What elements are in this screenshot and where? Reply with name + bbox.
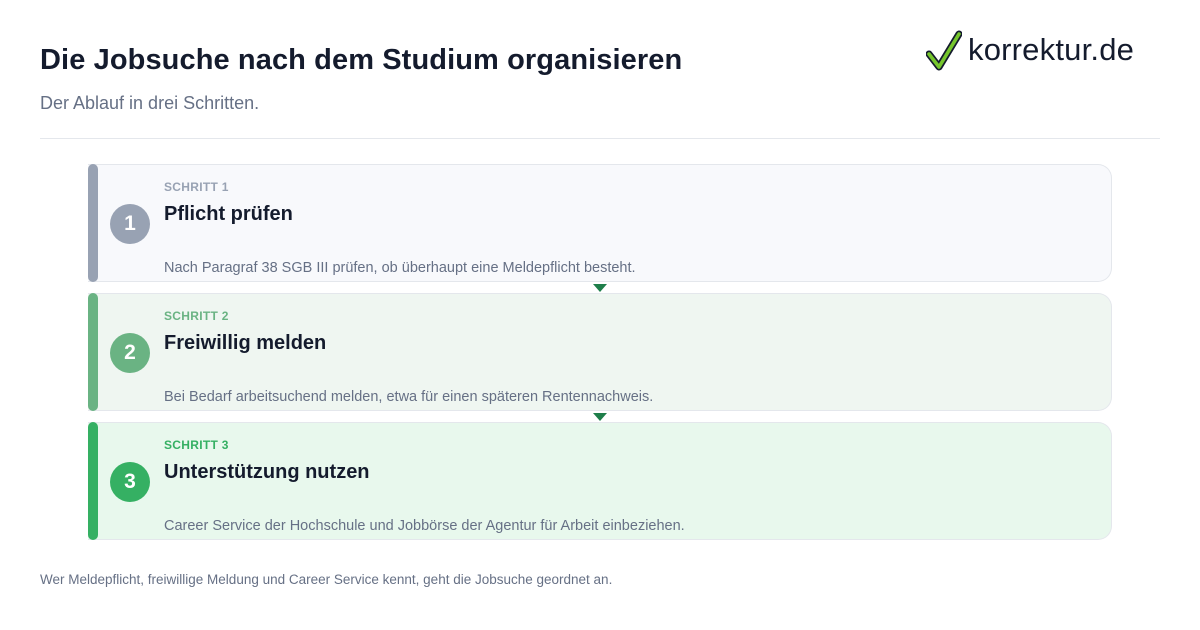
step-accent-bar [88, 422, 98, 540]
step-description: Career Service der Hochschule und Jobbör… [164, 518, 685, 534]
footer-note: Wer Meldepflicht, freiwillige Meldung un… [40, 572, 613, 587]
check-mark-icon [926, 30, 962, 71]
step-label: SCHRITT 1 [164, 180, 229, 194]
connector-arrow-down-icon [593, 284, 607, 292]
step-accent-bar [88, 293, 98, 411]
step-title: Pflicht prüfen [164, 203, 293, 225]
step-description: Bei Bedarf arbeitsuchend melden, etwa fü… [164, 389, 654, 405]
step-card-2: 2 SCHRITT 2 Freiwillig melden Bei Bedarf… [88, 293, 1112, 411]
step-title: Unterstützung nutzen [164, 461, 370, 483]
header-divider [40, 138, 1160, 139]
step-label: SCHRITT 2 [164, 309, 229, 323]
step-title: Freiwillig melden [164, 332, 327, 354]
step-label: SCHRITT 3 [164, 438, 229, 452]
logo-text: korrektur.de [968, 31, 1135, 67]
connector-arrow-down-icon [593, 413, 607, 421]
step-description: Nach Paragraf 38 SGB III prüfen, ob über… [164, 260, 636, 276]
step-card-1: 1 SCHRITT 1 Pflicht prüfen Nach Paragraf… [88, 164, 1112, 282]
step-number-badge: 3 [110, 462, 150, 502]
page-title: Die Jobsuche nach dem Studium organisier… [40, 44, 683, 76]
step-accent-bar [88, 164, 98, 282]
step-card-3: 3 SCHRITT 3 Unterstützung nutzen Career … [88, 422, 1112, 540]
page-subtitle: Der Ablauf in drei Schritten. [40, 93, 260, 113]
step-number-badge: 2 [110, 333, 150, 373]
korrektur-logo[interactable]: korrektur.de [926, 28, 1134, 74]
step-number-badge: 1 [110, 204, 150, 244]
